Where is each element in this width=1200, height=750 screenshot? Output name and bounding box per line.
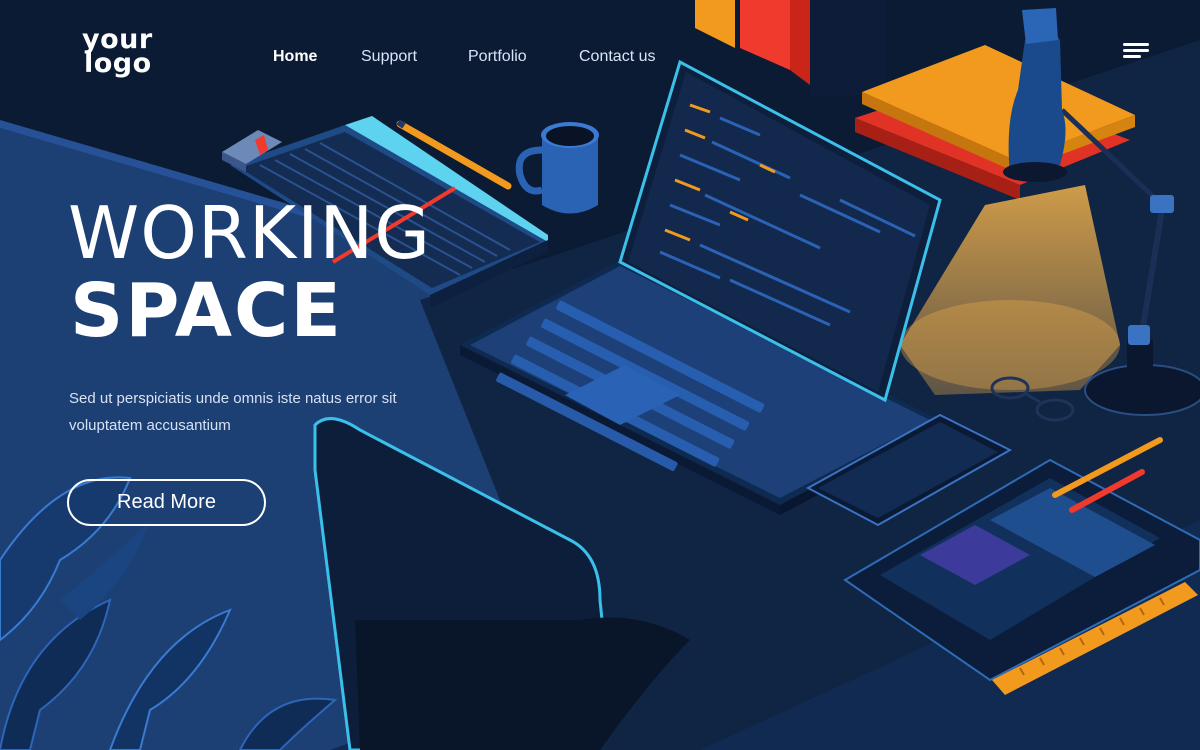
menu-bar [1123, 49, 1149, 52]
hamburger-menu-icon[interactable] [1120, 40, 1152, 62]
nav-contact-us[interactable]: Contact us [579, 48, 655, 66]
nav-support[interactable]: Support [361, 48, 417, 66]
logo-line2: logo [84, 48, 152, 79]
hero-subtitle: Sed ut perspiciatis unde omnis iste natu… [69, 390, 397, 434]
nav-portfolio[interactable]: Portfolio [468, 48, 527, 66]
nav-home[interactable]: Home [273, 48, 317, 66]
read-more-button[interactable]: Read More [67, 479, 266, 526]
hero-title-line2: SPACE [70, 268, 343, 354]
hero-title-line1: WORKING [68, 191, 431, 275]
workspace-illustration [0, 0, 1200, 750]
site-header: your logo Home Support Portfolio Contact… [0, 0, 1200, 110]
menu-bar [1123, 55, 1141, 58]
logo[interactable]: your logo [82, 26, 172, 79]
menu-bar [1123, 43, 1149, 46]
